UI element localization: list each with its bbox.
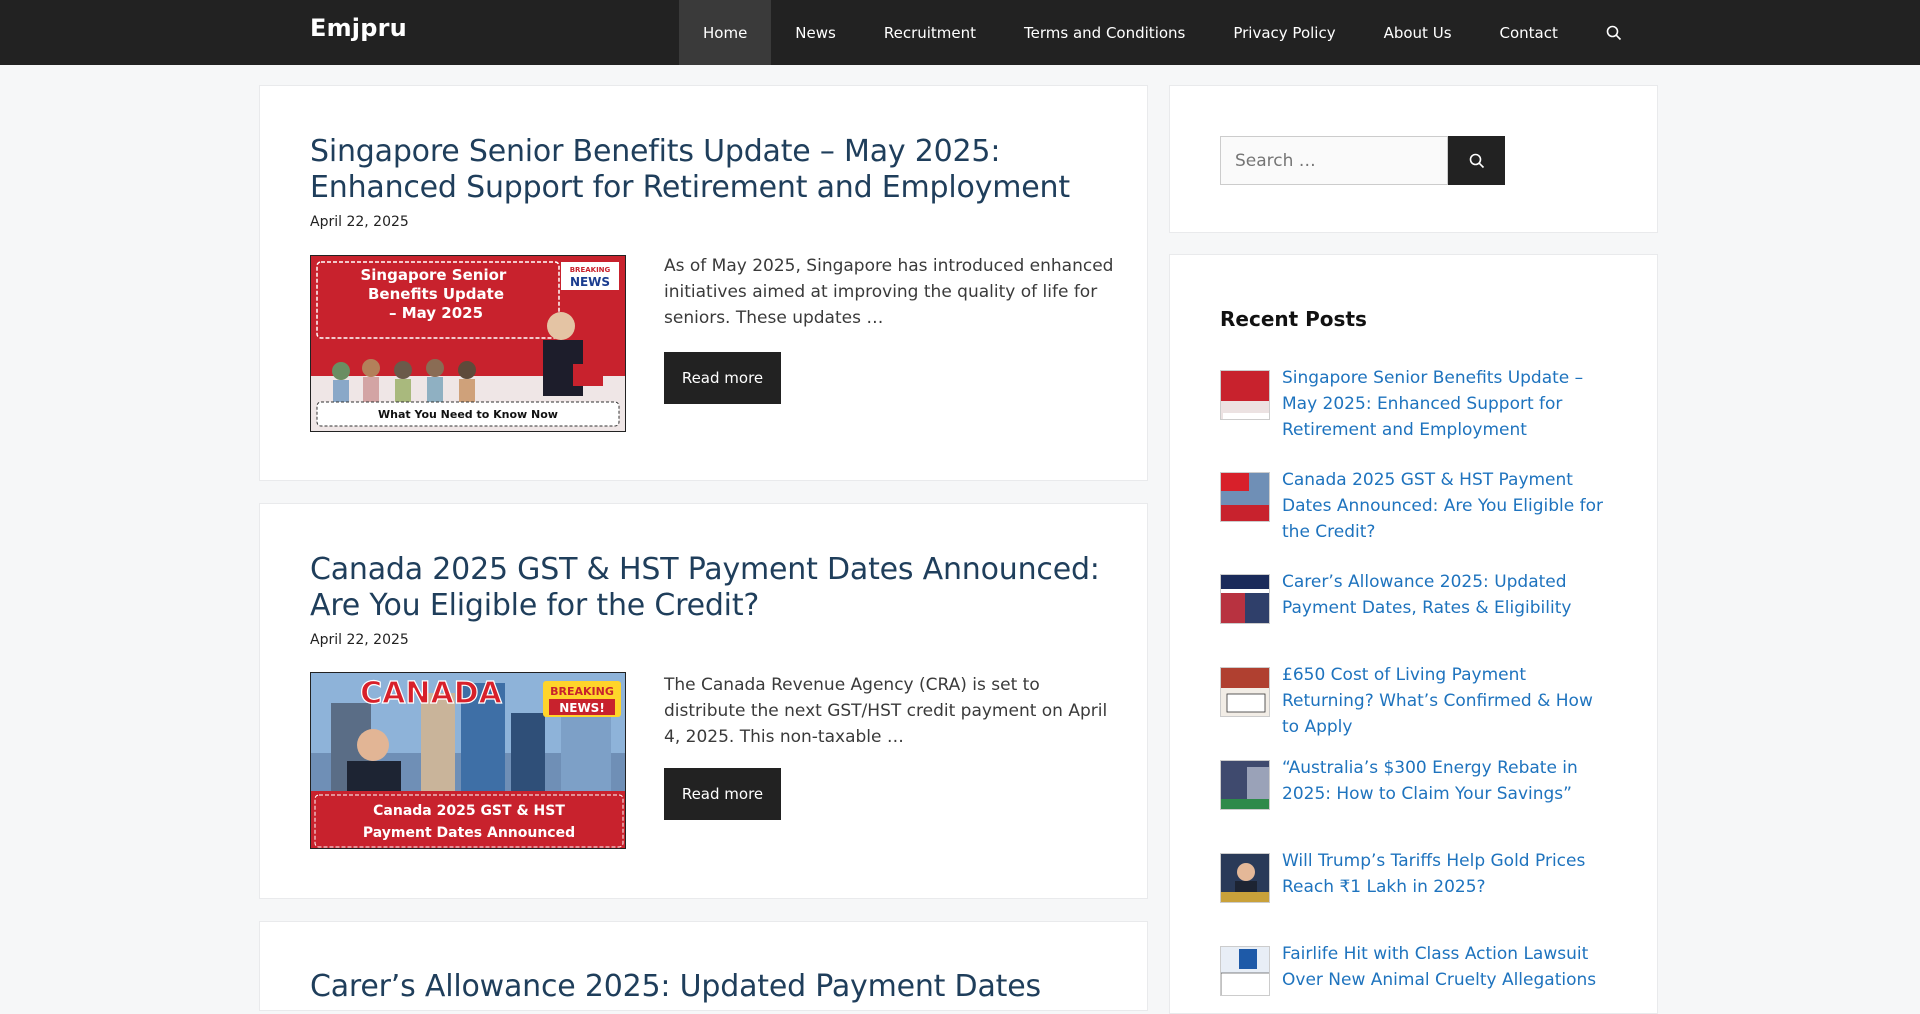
post-title[interactable]: Canada 2025 GST & HST Payment Dates Anno… (310, 552, 1120, 624)
nav-search-button[interactable] (1582, 0, 1646, 65)
thumbnail-headline-line: Benefits Update (368, 285, 504, 303)
main-nav: Home News Recruitment Terms and Conditio… (679, 0, 1646, 65)
recent-posts-widget: Recent Posts Singapore Senior Benefits U… (1169, 254, 1658, 1014)
nav-privacy[interactable]: Privacy Policy (1209, 0, 1359, 65)
thumbnail-badge-bottom: NEWS! (559, 701, 605, 715)
post-title[interactable]: Singapore Senior Benefits Update – May 2… (310, 134, 1120, 206)
read-more-button[interactable]: Read more (664, 768, 781, 820)
site-logo[interactable]: Emjpru (310, 14, 407, 42)
recent-post-link[interactable]: Carer’s Allowance 2025: Updated Payment … (1282, 569, 1612, 621)
thumbnail-graphic (1221, 473, 1269, 521)
thumbnail-graphic (1221, 947, 1269, 995)
post-card: Singapore Senior Benefits Update – May 2… (259, 85, 1148, 481)
thumbnail-headline: Singapore Senior (360, 266, 506, 284)
thumbnail-graphic (1221, 761, 1269, 809)
thumbnail-headline: CANADA (360, 676, 502, 711)
thumbnail-headline-line: – May 2025 (389, 304, 483, 322)
thumbnail-badge-bottom: NEWS (570, 275, 610, 289)
widget-title: Recent Posts (1220, 307, 1367, 331)
post-card: Carer’s Allowance 2025: Updated Payment … (259, 921, 1148, 1011)
site-header: Emjpru Home News Recruitment Terms and C… (0, 0, 1920, 65)
post-date: April 22, 2025 (310, 632, 409, 648)
post-excerpt: The Canada Revenue Agency (CRA) is set t… (664, 675, 1108, 747)
nav-contact[interactable]: Contact (1476, 0, 1582, 65)
search-icon (1469, 153, 1484, 168)
recent-post-thumbnail[interactable] (1220, 853, 1270, 903)
thumbnail-footer: What You Need to Know Now (378, 408, 558, 421)
thumbnail-graphic (1221, 668, 1269, 716)
recent-post-thumbnail[interactable] (1220, 370, 1270, 420)
thumbnail-graphic (1221, 854, 1269, 902)
search-icon (1606, 25, 1621, 40)
recent-post-link[interactable]: Singapore Senior Benefits Update – May 2… (1282, 365, 1612, 443)
recent-post-link[interactable]: Fairlife Hit with Class Action Lawsuit O… (1282, 941, 1612, 993)
recent-post-link[interactable]: “Australia’s $300 Energy Rebate in 2025:… (1282, 755, 1612, 807)
read-more-button[interactable]: Read more (664, 352, 781, 404)
thumbnail-badge-top: BREAKING (550, 685, 614, 698)
recent-post-thumbnail[interactable] (1220, 760, 1270, 810)
recent-post-thumbnail[interactable] (1220, 574, 1270, 624)
search-input[interactable] (1220, 136, 1448, 185)
thumbnail-graphic: CANADA BREAKING NEWS! Canada 2025 GST & … (311, 673, 625, 848)
recent-post-link[interactable]: Canada 2025 GST & HST Payment Dates Anno… (1282, 467, 1612, 545)
nav-home[interactable]: Home (679, 0, 772, 65)
recent-post-thumbnail[interactable] (1220, 472, 1270, 522)
nav-news[interactable]: News (771, 0, 860, 65)
post-title[interactable]: Carer’s Allowance 2025: Updated Payment … (310, 969, 1120, 1005)
thumbnail-badge-top: BREAKING (570, 266, 611, 274)
thumbnail-graphic (1221, 575, 1269, 623)
post-thumbnail[interactable]: CANADA BREAKING NEWS! Canada 2025 GST & … (310, 672, 626, 849)
post-date: April 22, 2025 (310, 214, 409, 230)
nav-recruitment[interactable]: Recruitment (860, 0, 1000, 65)
recent-post-link[interactable]: Will Trump’s Tariffs Help Gold Prices Re… (1282, 848, 1612, 900)
post-thumbnail[interactable]: Singapore Senior Benefits Update – May 20… (310, 255, 626, 432)
recent-post-thumbnail[interactable] (1220, 667, 1270, 717)
post-card: Canada 2025 GST & HST Payment Dates Anno… (259, 503, 1148, 899)
thumbnail-graphic (1221, 371, 1269, 419)
post-excerpt: As of May 2025, Singapore has introduced… (664, 256, 1114, 328)
nav-terms[interactable]: Terms and Conditions (1000, 0, 1209, 65)
nav-about[interactable]: About Us (1360, 0, 1476, 65)
search-button[interactable] (1448, 136, 1505, 185)
thumbnail-graphic: Singapore Senior Benefits Update – May 20… (311, 256, 625, 431)
search-widget (1169, 85, 1658, 233)
recent-post-thumbnail[interactable] (1220, 946, 1270, 996)
thumbnail-footer-line: Payment Dates Announced (363, 825, 575, 841)
recent-post-link[interactable]: £650 Cost of Living Payment Returning? W… (1282, 662, 1612, 740)
